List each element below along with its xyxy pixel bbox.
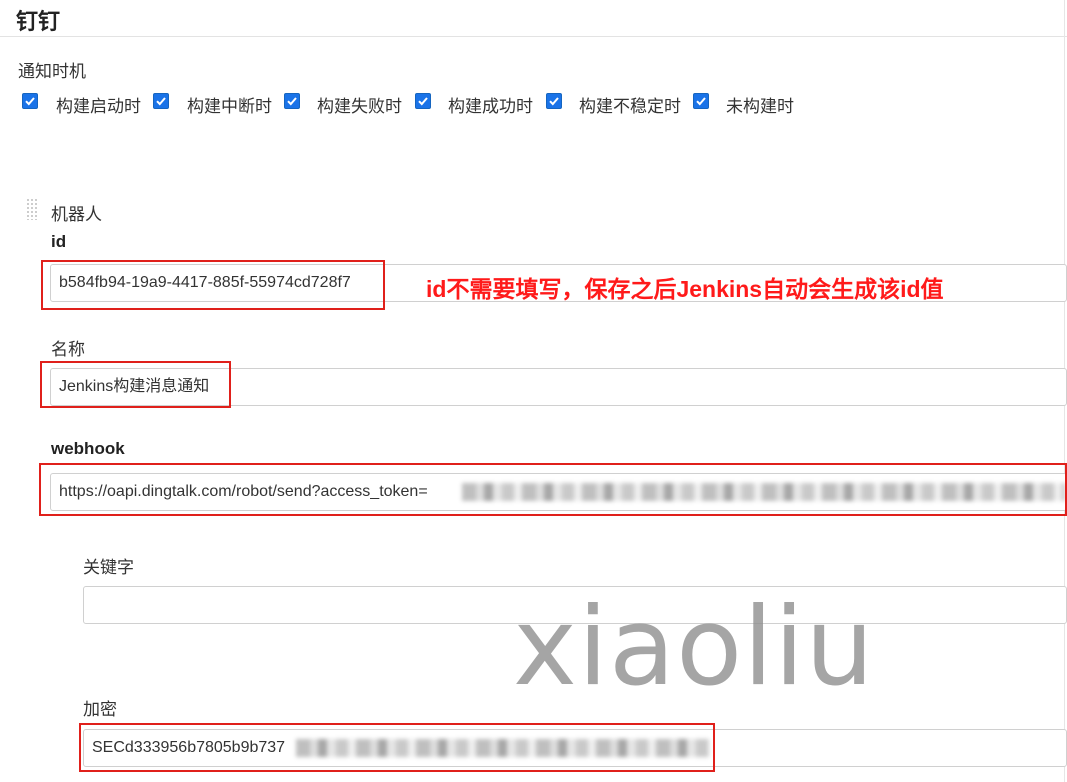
secret-value: SECd333956b7805b9b737 bbox=[92, 739, 286, 756]
name-field[interactable]: Jenkins构建消息通知 bbox=[50, 368, 1067, 406]
id-annotation: id不需要填写，保存之后Jenkins自动会生成该id值 bbox=[426, 276, 944, 302]
checkbox-build-aborted[interactable] bbox=[153, 93, 169, 109]
secret-label: 加密 bbox=[83, 700, 117, 719]
checkbox-label-not-built: 未构建时 bbox=[726, 97, 794, 116]
id-label: id bbox=[51, 232, 67, 251]
checkbox-label-build-unstable: 构建不稳定时 bbox=[579, 97, 681, 116]
checkbox-label-build-aborted: 构建中断时 bbox=[187, 97, 272, 116]
checkbox-build-start[interactable] bbox=[22, 93, 38, 109]
checkbox-label-build-start: 构建启动时 bbox=[56, 97, 141, 116]
section-title: 钉钉 bbox=[16, 9, 61, 34]
webhook-redaction bbox=[462, 483, 1065, 501]
robot-label: 机器人 bbox=[51, 205, 102, 224]
section-divider bbox=[0, 36, 1067, 37]
check-icon bbox=[549, 97, 559, 106]
webhook-value: https://oapi.dingtalk.com/robot/send?acc… bbox=[59, 483, 428, 500]
webhook-label: webhook bbox=[51, 439, 125, 458]
checkbox-label-build-success: 构建成功时 bbox=[448, 97, 533, 116]
notify-timing-label: 通知时机 bbox=[18, 62, 86, 81]
check-icon bbox=[696, 97, 706, 106]
name-label: 名称 bbox=[51, 340, 85, 359]
check-icon bbox=[25, 97, 35, 106]
checkbox-build-success[interactable] bbox=[415, 93, 431, 109]
secret-redaction bbox=[296, 739, 710, 757]
checkbox-not-built[interactable] bbox=[693, 93, 709, 109]
check-icon bbox=[156, 97, 166, 106]
watermark-text: xiaoliu bbox=[513, 585, 875, 710]
keyword-label: 关键字 bbox=[83, 558, 134, 577]
check-icon bbox=[287, 97, 297, 106]
checkbox-build-failure[interactable] bbox=[284, 93, 300, 109]
check-icon bbox=[418, 97, 428, 106]
jenkins-dingtalk-config: 钉钉 通知时机 构建启动时 构建中断时 构建失败时 构建成功时 构建不稳定时 未… bbox=[0, 0, 1067, 782]
checkbox-build-unstable[interactable] bbox=[546, 93, 562, 109]
checkbox-label-build-failure: 构建失败时 bbox=[317, 97, 402, 116]
drag-handle-icon[interactable] bbox=[26, 198, 38, 220]
